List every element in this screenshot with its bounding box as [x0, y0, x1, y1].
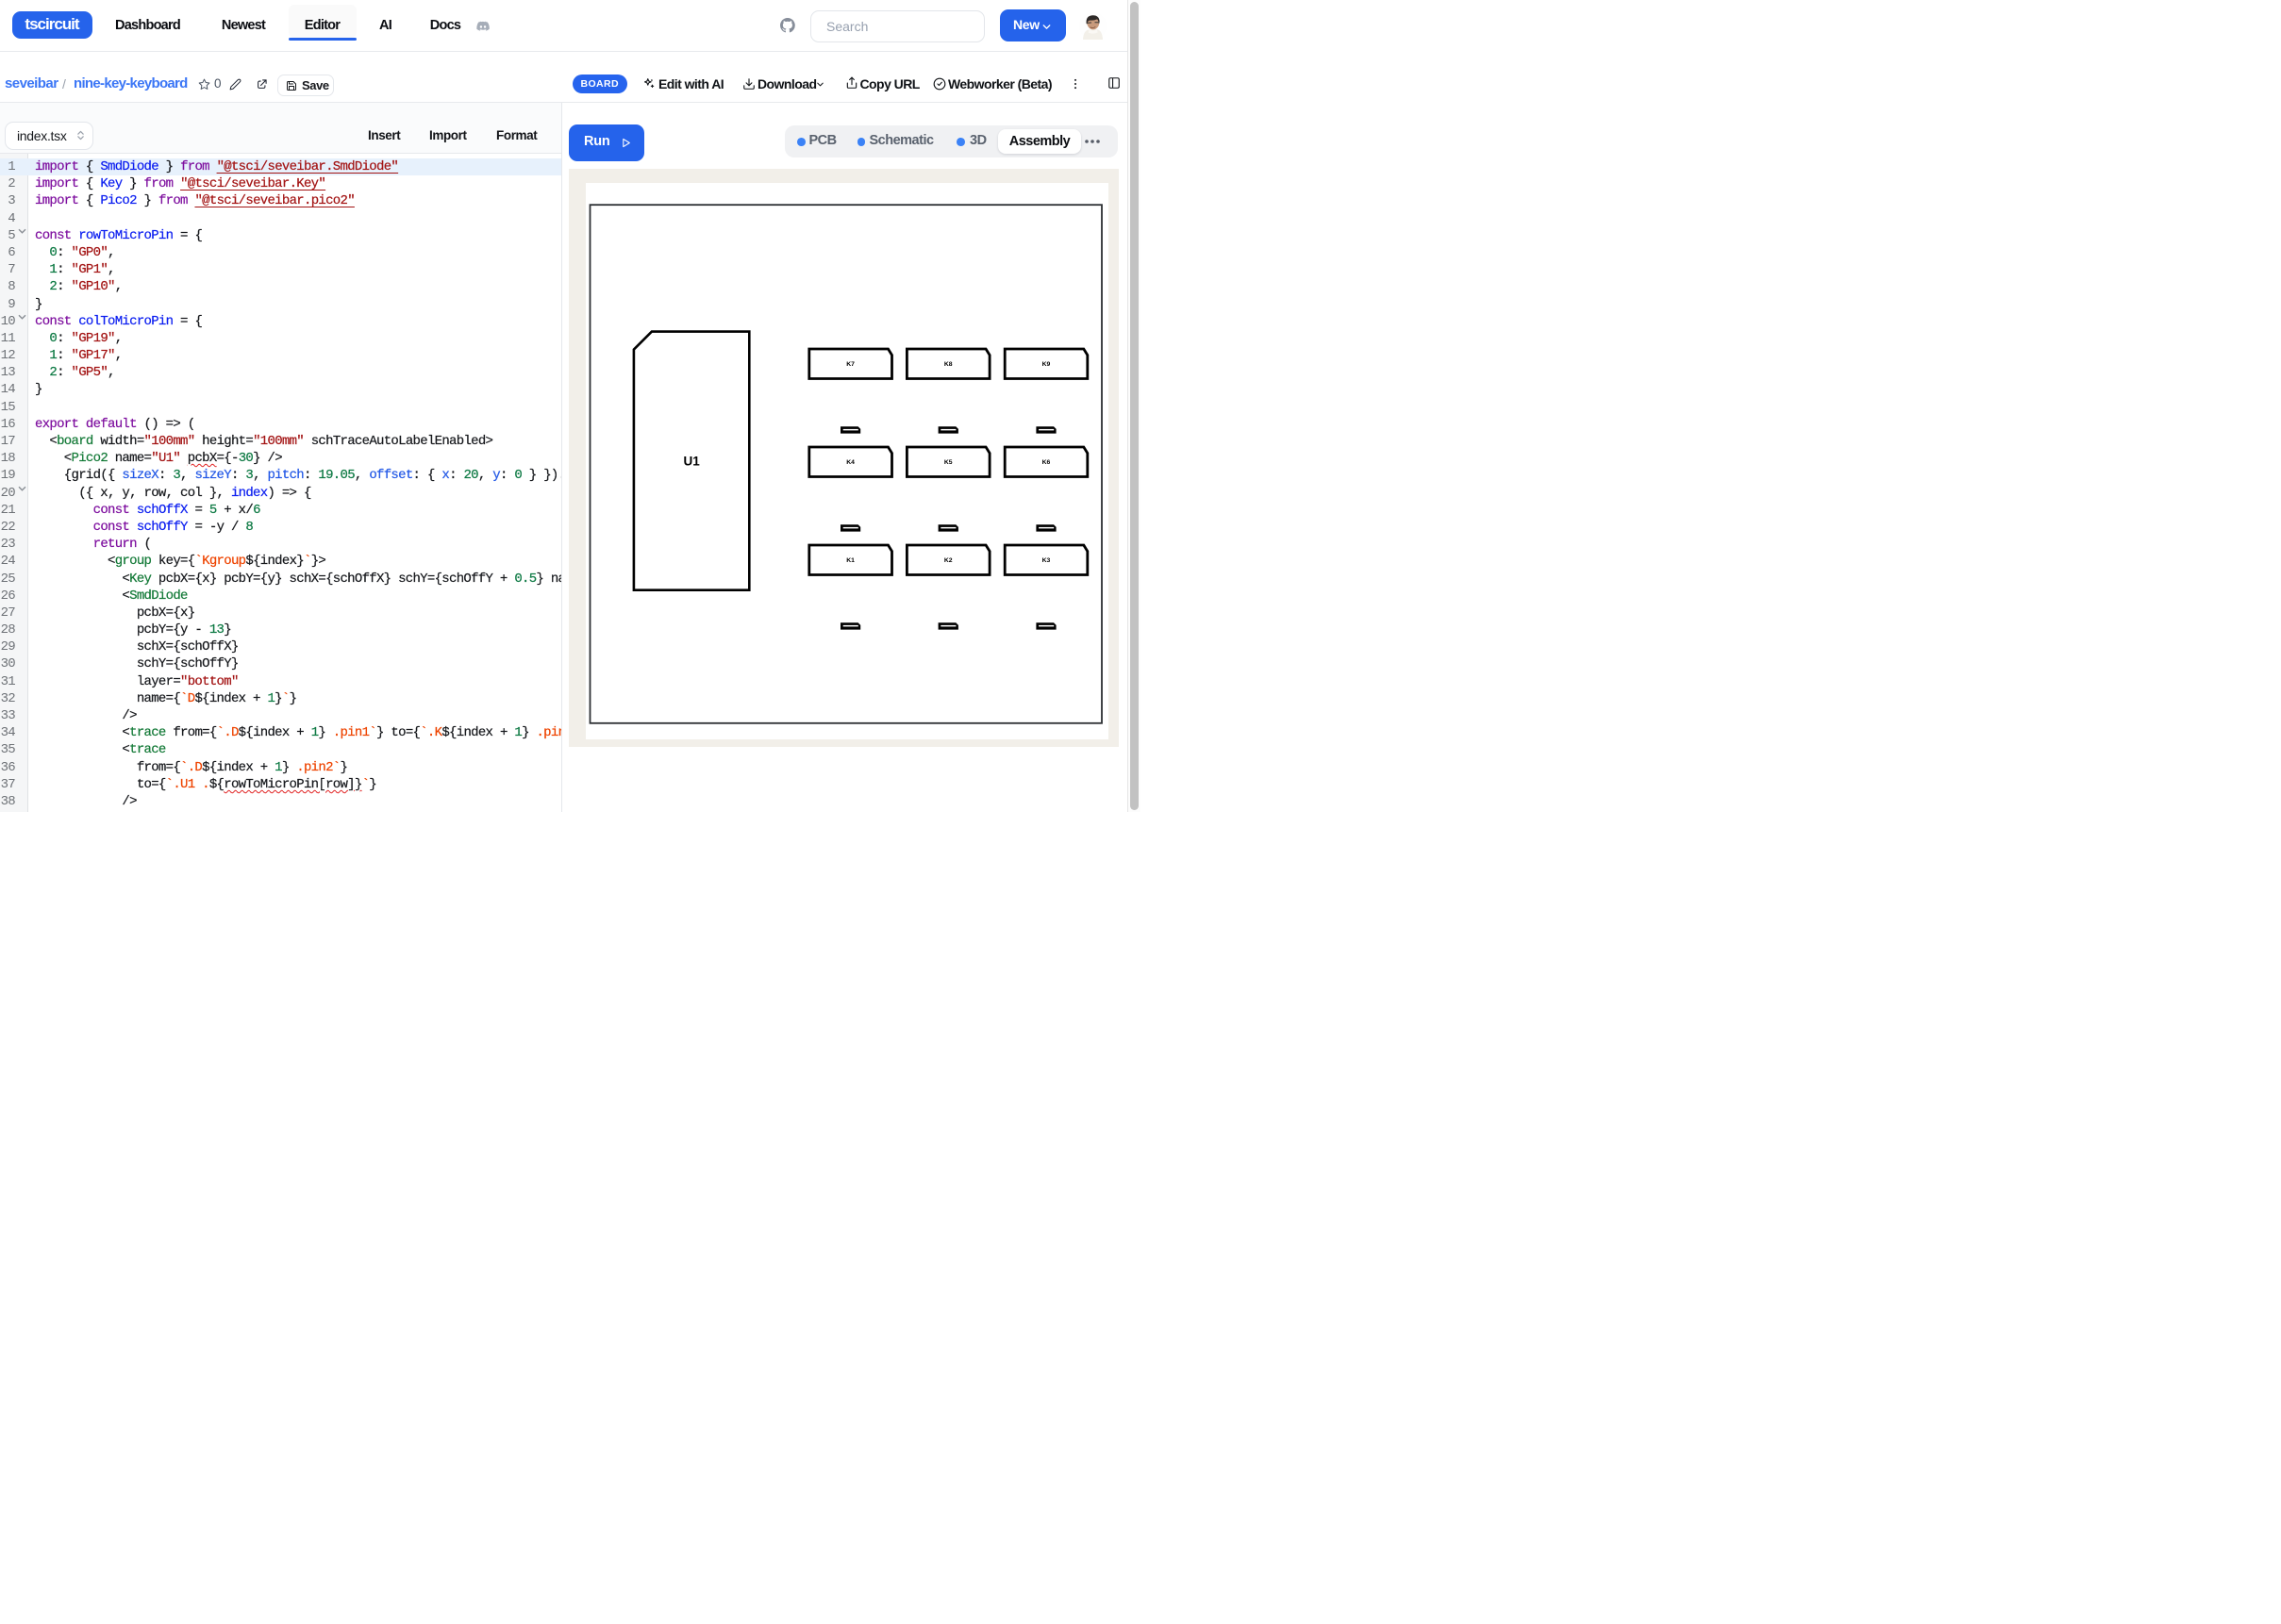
svg-text:K1: K1	[846, 557, 855, 564]
svg-text:U1: U1	[683, 455, 700, 469]
svg-text:K2: K2	[944, 557, 953, 564]
svg-text:K9: K9	[1042, 361, 1051, 368]
svg-text:K4: K4	[846, 459, 855, 466]
svg-text:K5: K5	[944, 459, 953, 466]
svg-text:K8: K8	[944, 361, 953, 368]
svg-text:K6: K6	[1042, 459, 1051, 466]
svg-text:K7: K7	[846, 361, 855, 368]
svg-text:K3: K3	[1042, 557, 1051, 564]
